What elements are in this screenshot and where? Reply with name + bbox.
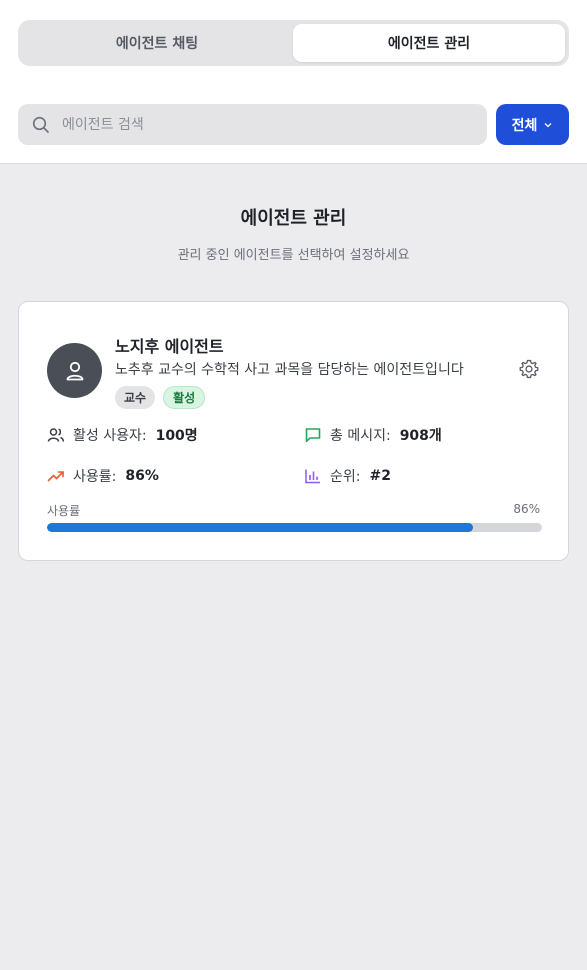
stat-total-messages: 총 메시지: 908개 [304,425,442,445]
avatar [47,343,102,398]
filter-dropdown-button[interactable]: 전체 [496,104,569,145]
search-bar [18,104,487,145]
trending-up-icon [47,471,64,482]
usage-progress-bar [47,523,542,532]
bar-chart-icon [305,469,320,484]
search-icon [32,116,49,133]
user-icon [66,361,83,380]
mode-segmented-control: 에이전트 채팅 에이전트 관리 [18,20,569,66]
page-title: 에이전트 관리 [240,208,347,229]
chevron-down-icon [544,122,552,127]
agent-card[interactable]: 노지후 에이전트 노추후 교수의 수학적 사고 과목을 담당하는 에이전트입니다… [18,301,569,561]
filter-label: 전체 [511,117,538,134]
stat-rank: 순위: #2 [304,466,391,486]
page-subtitle: 관리 중인 에이전트를 선택하여 설정하세요 [177,248,410,263]
stat-active-users: 활성 사용자: 100명 [47,425,198,445]
agent-description: 노추후 교수의 수학적 사고 과목을 담당하는 에이전트입니다 [115,362,464,378]
stat-value: 86% [125,468,159,484]
agent-name: 노지후 에이전트 [115,337,224,356]
stat-label: 총 메시지: [330,428,391,444]
stat-value: #2 [369,468,391,484]
gear-icon[interactable] [518,358,540,380]
agent-tags: 교수 활성 [115,386,206,409]
stat-value: 100명 [155,428,198,444]
stat-label: 활성 사용자: [73,428,147,444]
usage-bar-label: 사용률 [47,504,81,518]
usage-progress-fill [47,523,473,532]
tab-agent-manage[interactable]: 에이전트 관리 [293,24,565,62]
message-square-icon [305,428,321,443]
tab-agent-chat[interactable]: 에이전트 채팅 [22,24,292,62]
role-badge: 교수 [115,386,156,409]
status-badge: 활성 [163,386,206,409]
top-panel: 에이전트 채팅 에이전트 관리 전체 [0,0,587,164]
search-input[interactable] [62,116,462,133]
stat-usage-rate: 사용률: 86% [47,466,159,486]
stat-label: 사용률: [73,469,117,485]
stat-value: 908개 [399,428,442,444]
usage-bar-value: 86% [513,502,540,516]
users-icon [47,428,65,442]
stat-label: 순위: [330,469,361,485]
